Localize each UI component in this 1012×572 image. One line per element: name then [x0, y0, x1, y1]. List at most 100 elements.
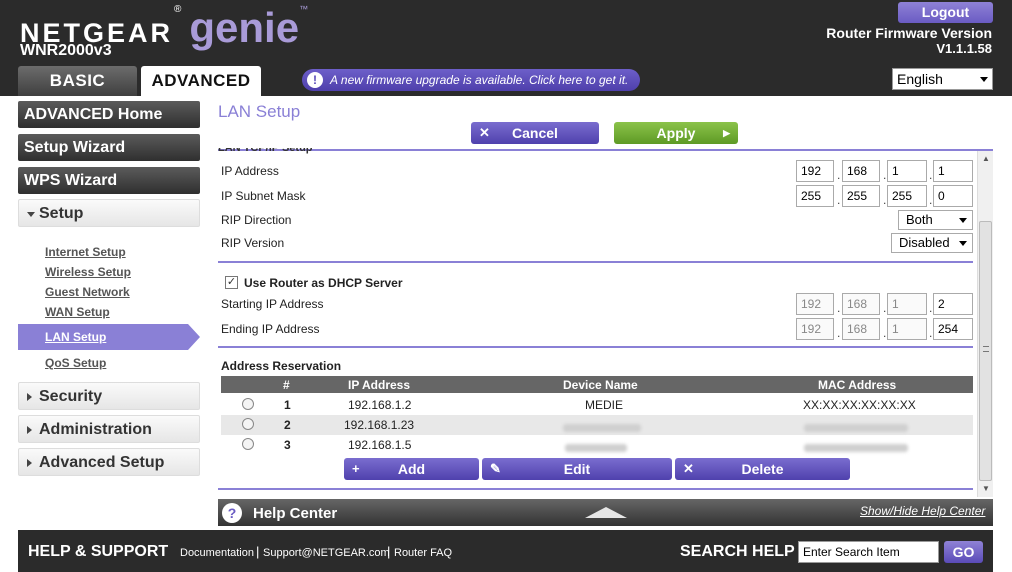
- delete-label: Delete: [741, 461, 784, 477]
- cancel-button[interactable]: ✕ Cancel: [471, 122, 599, 144]
- ending-ip-octet-4[interactable]: 254: [933, 318, 973, 340]
- rip-version-label: RIP Version: [221, 236, 285, 250]
- subnet-octet-1[interactable]: 255: [796, 185, 834, 207]
- divider: [218, 346, 973, 348]
- sidebar-item-guest-network[interactable]: Guest Network: [45, 285, 130, 299]
- scroll-down-icon[interactable]: ▼: [978, 481, 994, 497]
- sidebar-item-setup-wizard[interactable]: Setup Wizard: [18, 134, 200, 161]
- table-row[interactable]: 2 192.168.1.23: [221, 415, 973, 435]
- octet-separator: .: [929, 326, 933, 340]
- close-icon: ✕: [479, 125, 490, 140]
- arrow-right-icon: ▶: [723, 128, 730, 138]
- row-mac-redacted: [804, 421, 908, 435]
- tab-advanced[interactable]: ADVANCED: [141, 66, 261, 96]
- brand-logo: NETGEAR® genie™: [20, 4, 308, 51]
- sidebar-item-lan-setup[interactable]: LAN Setup: [18, 324, 200, 350]
- octet-separator: .: [883, 326, 887, 340]
- table-row[interactable]: 3 192.168.1.5: [221, 435, 973, 455]
- plus-icon: +: [352, 461, 360, 476]
- sidebar-item-security[interactable]: Security: [18, 382, 200, 410]
- octet-separator: .: [837, 301, 841, 315]
- logout-button[interactable]: Logout: [898, 2, 993, 23]
- search-help-label: SEARCH HELP: [680, 543, 795, 560]
- show-hide-help-link[interactable]: Show/Hide Help Center: [860, 504, 985, 518]
- sidebar-item-label: Setup: [39, 205, 84, 222]
- chevron-down-icon: [980, 77, 988, 82]
- language-value: English: [897, 71, 943, 87]
- row-ip: 192.168.1.5: [348, 438, 412, 452]
- octet-separator: .: [929, 193, 933, 207]
- apply-button[interactable]: Apply ▶: [614, 122, 738, 144]
- sidebar-item-qos-setup[interactable]: QoS Setup: [45, 356, 106, 370]
- row-mac-redacted: [804, 441, 908, 455]
- ending-ip-label: Ending IP Address: [221, 322, 320, 336]
- tab-basic[interactable]: BASIC: [18, 66, 137, 96]
- language-select[interactable]: English: [892, 68, 993, 90]
- octet-separator: .: [837, 326, 841, 340]
- ip-address-octet-1[interactable]: 192: [796, 160, 834, 182]
- table-row[interactable]: 1 192.168.1.2 MEDIE XX:XX:XX:XX:XX:XX: [221, 395, 973, 415]
- dhcp-server-label: Use Router as DHCP Server: [244, 276, 403, 290]
- divider: [218, 261, 973, 263]
- row-number: 2: [284, 418, 291, 432]
- firmware-upgrade-banner[interactable]: ! A new firmware upgrade is available. C…: [302, 69, 640, 91]
- delete-button[interactable]: ✕ Delete: [675, 458, 850, 480]
- cancel-label: Cancel: [512, 125, 558, 141]
- netgear-genie-page: NETGEAR® genie™ WNR2000v3 Logout Router F…: [0, 0, 1012, 572]
- help-icon: ?: [222, 503, 242, 523]
- sidebar-item-setup[interactable]: Setup: [18, 199, 200, 227]
- sidebar-item-wan-setup[interactable]: WAN Setup: [45, 305, 110, 319]
- dhcp-server-checkbox[interactable]: ✓: [225, 276, 238, 289]
- row-number: 1: [284, 398, 291, 412]
- ip-address-octet-2[interactable]: 168: [842, 160, 880, 182]
- row-radio[interactable]: [242, 438, 254, 450]
- router-faq-link[interactable]: Router FAQ: [394, 547, 452, 559]
- chevron-down-icon: [959, 218, 967, 223]
- sidebar-item-wireless-setup[interactable]: Wireless Setup: [45, 265, 131, 279]
- ending-ip-octet-1: 192: [796, 318, 834, 340]
- row-device-redacted: [563, 421, 641, 435]
- chevron-down-icon: [959, 241, 967, 246]
- add-button[interactable]: + Add: [344, 458, 479, 480]
- chevron-right-icon: [27, 426, 32, 434]
- ip-address-label: IP Address: [221, 164, 279, 178]
- row-radio[interactable]: [242, 398, 254, 410]
- starting-ip-octet-3: 1: [887, 293, 927, 315]
- page-title: LAN Setup: [218, 102, 301, 121]
- subnet-octet-3[interactable]: 255: [887, 185, 927, 207]
- sidebar-item-administration[interactable]: Administration: [18, 415, 200, 443]
- sidebar-item-wps-wizard[interactable]: WPS Wizard: [18, 167, 200, 194]
- edit-button[interactable]: ✎ Edit: [482, 458, 672, 480]
- row-radio[interactable]: [242, 418, 254, 430]
- subnet-octet-4[interactable]: 0: [933, 185, 973, 207]
- ip-address-octet-3[interactable]: 1: [887, 160, 927, 182]
- search-go-button[interactable]: GO: [944, 541, 983, 563]
- sidebar-item-label: Advanced Setup: [39, 454, 165, 471]
- support-email-link[interactable]: Support@NETGEAR.com: [263, 547, 390, 559]
- edit-label: Edit: [563, 461, 591, 477]
- octet-separator: .: [883, 301, 887, 315]
- add-label: Add: [397, 461, 426, 477]
- octet-separator: .: [883, 168, 887, 182]
- subnet-octet-2[interactable]: 255: [842, 185, 880, 207]
- search-input[interactable]: Enter Search Item: [798, 541, 939, 563]
- documentation-link[interactable]: Documentation: [180, 547, 254, 559]
- sidebar-item-internet-setup[interactable]: Internet Setup: [45, 245, 126, 259]
- scroll-up-icon[interactable]: ▲: [978, 151, 994, 167]
- ip-address-octet-4[interactable]: 1: [933, 160, 973, 182]
- reservation-table-header: # IP Address Device Name MAC Address: [221, 376, 973, 393]
- octet-separator: .: [929, 301, 933, 315]
- content-scrollbar[interactable]: ▲ ▼: [977, 151, 993, 497]
- octet-separator: .: [883, 193, 887, 207]
- rip-version-select[interactable]: Disabled: [891, 233, 973, 253]
- rip-direction-select[interactable]: Both: [898, 210, 973, 230]
- sidebar-item-advanced-home[interactable]: ADVANCED Home: [18, 101, 200, 128]
- starting-ip-octet-4[interactable]: 2: [933, 293, 973, 315]
- sidebar-item-advanced-setup[interactable]: Advanced Setup: [18, 448, 200, 476]
- row-device-redacted: [565, 441, 627, 455]
- chevron-up-icon[interactable]: [585, 507, 627, 518]
- rip-direction-value: Both: [906, 212, 933, 227]
- brand-genie: genie: [189, 4, 300, 51]
- scrollbar-thumb[interactable]: [979, 221, 992, 481]
- apply-label: Apply: [656, 125, 696, 141]
